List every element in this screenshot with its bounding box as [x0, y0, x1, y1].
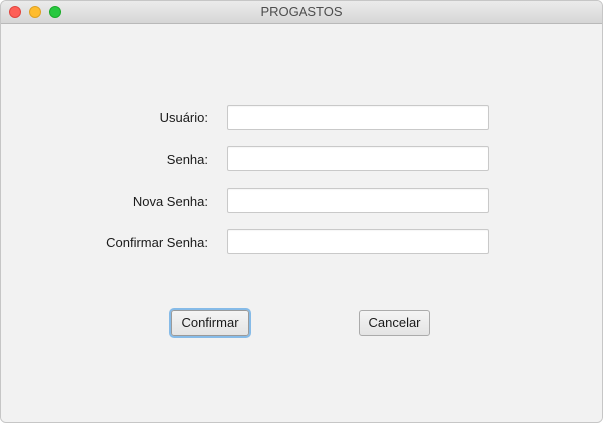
confirm-button[interactable]: Confirmar [171, 310, 249, 336]
nova-senha-label: Nova Senha: [132, 194, 208, 209]
app-window: PROGASTOS Usuário: Senha: Nova Senha: Co… [0, 0, 603, 423]
change-password-form: Usuário: Senha: Nova Senha: Confirmar Se… [1, 24, 602, 422]
window-title: PROGASTOS [260, 4, 343, 19]
cancel-button[interactable]: Cancelar [359, 310, 430, 336]
usuario-label: Usuário: [159, 110, 208, 125]
confirmar-senha-label: Confirmar Senha: [106, 235, 208, 250]
senha-input[interactable] [227, 146, 489, 171]
usuario-input[interactable] [227, 105, 489, 130]
nova-senha-input[interactable] [227, 188, 489, 213]
senha-label: Senha: [166, 152, 208, 167]
confirmar-senha-input[interactable] [227, 229, 489, 254]
title-bar[interactable]: PROGASTOS [1, 1, 602, 24]
